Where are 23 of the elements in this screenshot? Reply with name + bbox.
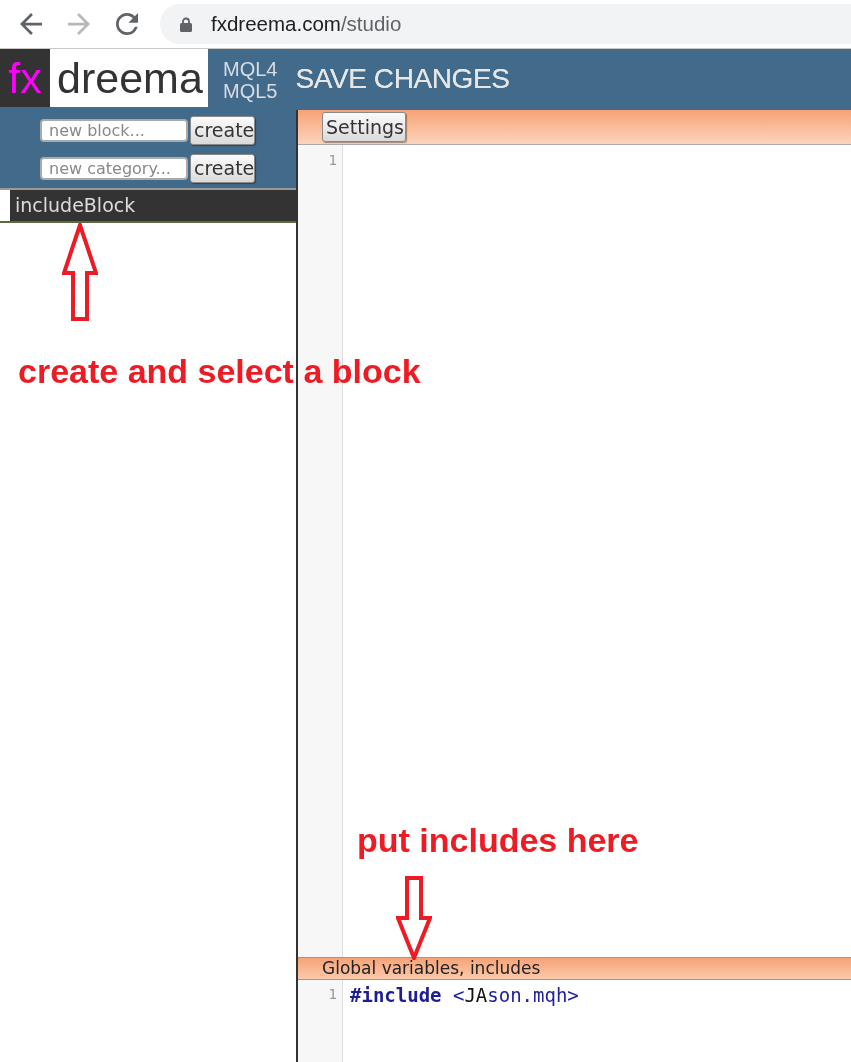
create-button[interactable]: create (190, 116, 255, 145)
name-input-field[interactable]: new block... (40, 119, 188, 142)
reload-icon[interactable] (116, 13, 138, 35)
annotation-text: put includes here (357, 823, 639, 857)
name-input-field[interactable]: new category... (40, 157, 188, 180)
logo-wordmark[interactable]: dreema (50, 49, 208, 107)
block-title[interactable]: includeBlock (10, 190, 296, 221)
line-number: 1 (328, 985, 337, 1003)
lock-icon (180, 16, 192, 32)
annotation-text: create and select a block (18, 354, 421, 388)
language-link[interactable]: MQL4 (223, 58, 278, 80)
line-number: 1 (328, 151, 337, 169)
code-line[interactable]: #include <JAson.mqh> (350, 983, 579, 1007)
logo-mark[interactable]: fx (0, 49, 50, 107)
language-link[interactable]: MQL5 (223, 80, 278, 102)
settings-button[interactable]: Settings (322, 112, 406, 142)
address-bar[interactable]: fxdreema.com/studio (160, 4, 851, 44)
up-arrow-icon (62, 223, 98, 321)
create-button[interactable]: create (190, 154, 255, 183)
back-arrow-icon[interactable] (20, 13, 42, 35)
down-arrow-icon (396, 876, 432, 960)
section-header: Global variables, includes (298, 957, 851, 980)
save-changes-button[interactable]: SAVE CHANGES (295, 61, 510, 96)
